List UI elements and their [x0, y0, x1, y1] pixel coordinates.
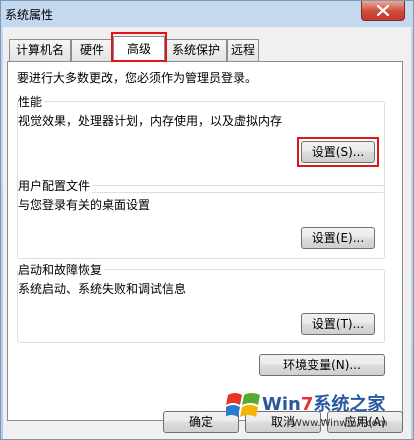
close-button[interactable] [361, 1, 405, 21]
watermark-url: Www.Winwin7.com [292, 418, 388, 429]
user-profiles-settings-button[interactable]: 设置(E)... [301, 227, 375, 249]
startup-recovery-title: 启动和故障恢复 [18, 261, 105, 278]
performance-title: 性能 [18, 93, 45, 110]
performance-settings-button[interactable]: 设置(S)... [301, 141, 375, 163]
title-bar[interactable]: 系统属性 [1, 1, 413, 27]
tab-advanced[interactable]: 高级 [113, 36, 165, 62]
user-profiles-title: 用户配置文件 [18, 177, 93, 194]
tab-computer-name[interactable]: 计算机名 [9, 39, 71, 61]
watermark-brand-suffix: 系统之家 [313, 394, 386, 415]
startup-recovery-settings-button[interactable]: 设置(T)... [301, 313, 375, 335]
close-icon [377, 5, 389, 16]
environment-variables-button[interactable]: 环境变量(N)... [259, 354, 385, 376]
tab-system-protection[interactable]: 系统保护 [165, 39, 227, 61]
admin-note: 要进行大多数更改，您必须作为管理员登录。 [17, 71, 258, 85]
site-watermark: Win7系统之家 Www.Winwin7.com [222, 384, 412, 438]
tab-remote[interactable]: 远程 [227, 39, 259, 61]
performance-description: 视觉效果，处理器计划，内存使用，以及虚拟内存 [18, 114, 283, 128]
windows-logo-icon [226, 393, 260, 417]
window-title: 系统属性 [5, 8, 54, 22]
startup-recovery-description: 系统启动、系统失败和调试信息 [18, 282, 187, 296]
watermark-brand: Win7系统之家 [262, 390, 385, 416]
watermark-brand-prefix: Win [262, 394, 301, 415]
tab-hardware[interactable]: 硬件 [71, 39, 113, 61]
system-properties-window: 系统属性 计算机名 硬件 高级 系统保护 远程 要进行大多数更改，您必须作为管理… [0, 0, 414, 440]
user-profiles-description: 与您登录有关的桌面设置 [18, 198, 151, 212]
watermark-brand-seven: 7 [300, 394, 314, 415]
dialog-client-area: 计算机名 硬件 高级 系统保护 远程 要进行大多数更改，您必须作为管理员登录。 … [3, 27, 411, 439]
